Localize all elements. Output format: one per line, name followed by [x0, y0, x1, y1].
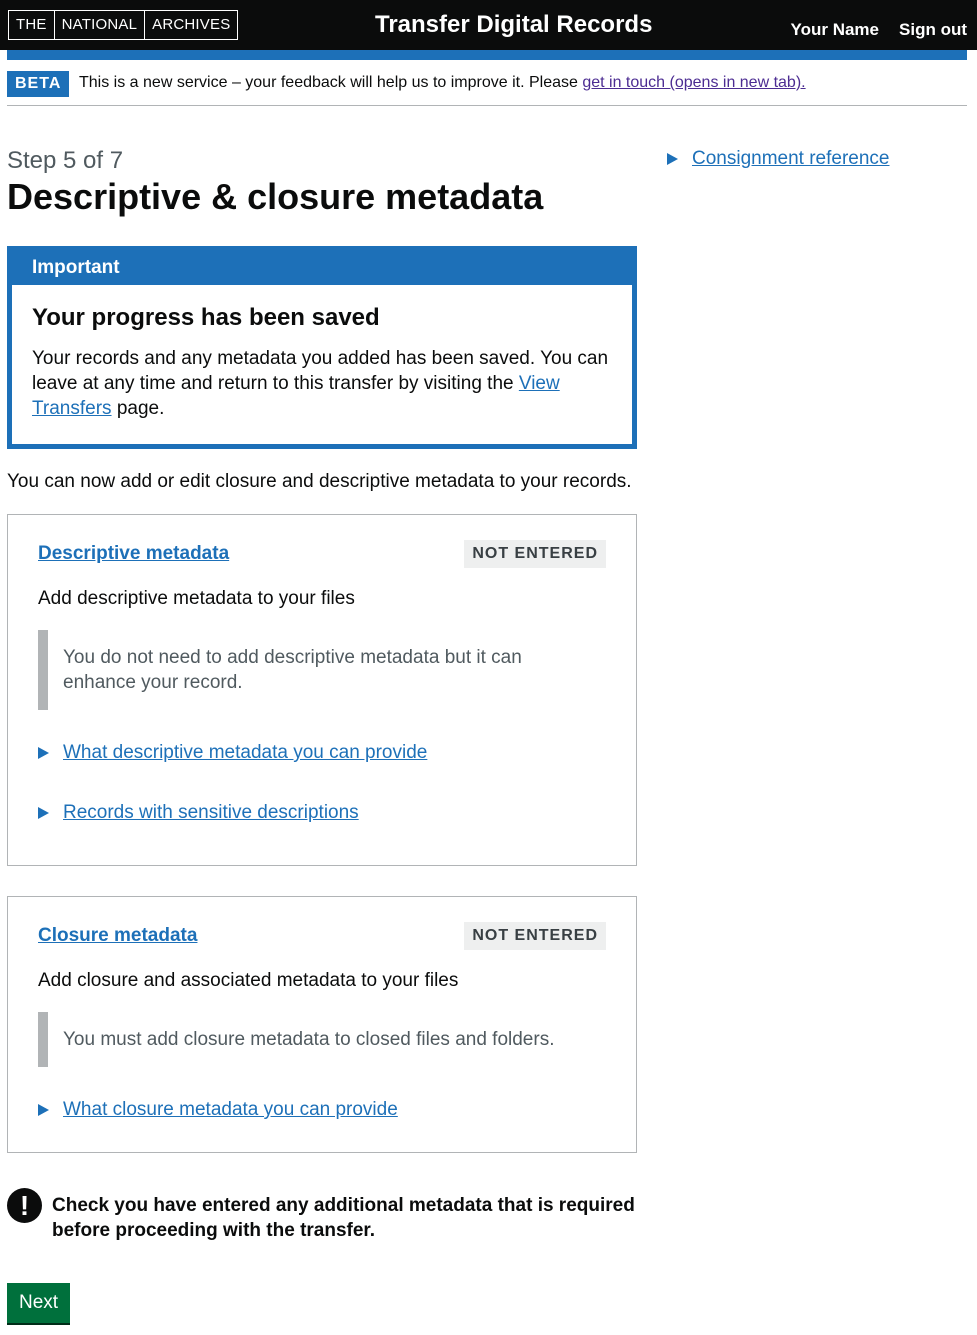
- inset-text: You do not need to add descriptive metad…: [38, 630, 558, 710]
- notification-banner: Important Your progress has been saved Y…: [7, 246, 637, 449]
- logo-word-the: THE: [16, 16, 47, 33]
- header-nav: Your Name Sign out: [791, 20, 967, 40]
- notification-heading: Your progress has been saved: [32, 304, 380, 331]
- phase-banner-message: This is a new service – your feedback wi…: [79, 74, 583, 91]
- closure-metadata-card: Closure metadata NOT ENTERED Add closure…: [7, 896, 637, 1153]
- card-description: Add closure and associated metadata to y…: [38, 970, 459, 991]
- notification-header: Important: [32, 257, 120, 278]
- descriptive-metadata-link[interactable]: Descriptive metadata: [38, 541, 229, 566]
- warning-text: ! Check you have entered any additional …: [7, 1188, 637, 1243]
- logo-word-national: NATIONAL: [53, 11, 145, 39]
- service-name-link[interactable]: Transfer Digital Records: [375, 11, 652, 39]
- next-button[interactable]: Next: [7, 1283, 71, 1323]
- details-summary: What descriptive metadata you can provid…: [63, 742, 428, 763]
- step-caption: Step 5 of 7: [7, 147, 124, 174]
- warning-message: Check you have entered any additional me…: [52, 1195, 635, 1241]
- header-blue-bar: [7, 50, 967, 60]
- notification-body: Your progress has been saved Your record…: [12, 285, 632, 444]
- details-summary: Records with sensitive descriptions: [63, 802, 359, 823]
- site-header: THE NATIONAL ARCHIVES Transfer Digital R…: [0, 0, 977, 50]
- notification-text-after: page.: [111, 398, 165, 419]
- inset-text: You must add closure metadata to closed …: [38, 1012, 598, 1067]
- triangle-right-icon: [38, 806, 49, 819]
- details-descriptive-provide[interactable]: What descriptive metadata you can provid…: [38, 740, 427, 765]
- details-summary: What closure metadata you can provide: [63, 1099, 398, 1120]
- details-consignment-reference[interactable]: Consignment reference: [667, 146, 890, 171]
- intro-text: You can now add or edit closure and desc…: [7, 471, 632, 492]
- details-closure-provide[interactable]: What closure metadata you can provide: [38, 1097, 398, 1122]
- phase-banner-text: This is a new service – your feedback wi…: [79, 73, 806, 93]
- triangle-right-icon: [38, 746, 49, 759]
- phase-banner: BETA This is a new service – your feedba…: [7, 70, 967, 106]
- national-archives-logo[interactable]: THE NATIONAL ARCHIVES: [8, 10, 239, 40]
- status-badge: NOT ENTERED: [464, 922, 606, 950]
- triangle-right-icon: [38, 1103, 49, 1116]
- feedback-link[interactable]: get in touch (opens in new tab).: [582, 74, 805, 91]
- closure-metadata-link[interactable]: Closure metadata: [38, 923, 197, 948]
- details-sensitive-descriptions[interactable]: Records with sensitive descriptions: [38, 800, 359, 825]
- exclamation-icon: !: [7, 1188, 42, 1223]
- page-title: Descriptive & closure metadata: [7, 176, 544, 217]
- logo-word-archives: ARCHIVES: [144, 11, 237, 39]
- status-badge: NOT ENTERED: [464, 540, 606, 568]
- beta-tag: BETA: [7, 71, 70, 97]
- triangle-right-icon: [667, 152, 678, 165]
- sign-out-link[interactable]: Sign out: [899, 20, 967, 40]
- details-summary: Consignment reference: [692, 148, 890, 169]
- card-description: Add descriptive metadata to your files: [38, 588, 355, 609]
- notification-text: Your records and any metadata you added …: [32, 346, 612, 421]
- descriptive-metadata-card: Descriptive metadata NOT ENTERED Add des…: [7, 514, 637, 866]
- user-name-link[interactable]: Your Name: [791, 20, 880, 40]
